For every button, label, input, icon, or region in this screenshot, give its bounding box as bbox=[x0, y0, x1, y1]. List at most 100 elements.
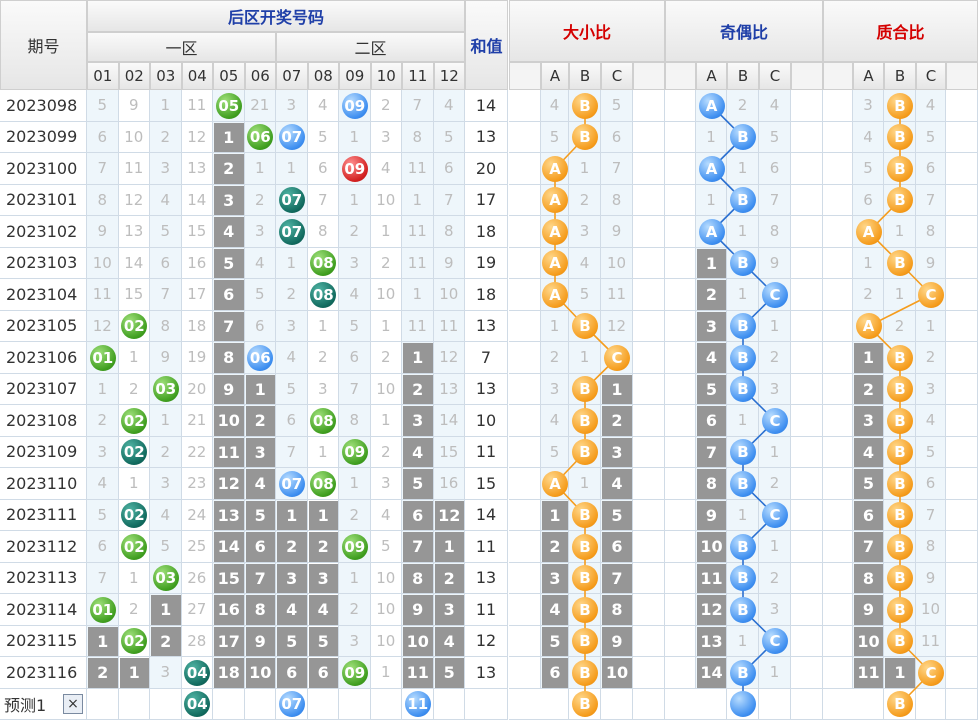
number-cell: 2 bbox=[244, 184, 276, 216]
number-cell: 7 bbox=[433, 184, 465, 216]
repeat-count-cell: 6 bbox=[245, 532, 275, 562]
prime-blank-cell bbox=[946, 531, 978, 563]
issue-cell: 2023108 bbox=[0, 405, 87, 437]
prime-prediction-cell[interactable] bbox=[853, 688, 884, 720]
prime-prediction-cell[interactable] bbox=[916, 688, 946, 720]
prediction-number-cell[interactable] bbox=[307, 688, 339, 720]
prediction-number-cell[interactable] bbox=[370, 688, 402, 720]
number-cell: 5 bbox=[150, 216, 182, 248]
number-cell: 11 bbox=[402, 247, 434, 279]
repeat-count-cell: 3 bbox=[403, 406, 433, 436]
prediction-number-cell[interactable] bbox=[118, 688, 150, 720]
number-cell: 26 bbox=[181, 562, 213, 594]
drawn-number-ball: 09 bbox=[341, 155, 368, 182]
size-hit-ball: A bbox=[542, 281, 568, 308]
drawn-number-ball: 01 bbox=[89, 344, 116, 371]
number-cell: 15 bbox=[433, 436, 465, 468]
parity-blank-cell bbox=[791, 468, 823, 500]
prediction-number-cell[interactable] bbox=[150, 688, 182, 720]
close-prediction-button[interactable]: × bbox=[63, 693, 83, 714]
number-cell: 7 bbox=[150, 279, 182, 311]
size-cell: 5 bbox=[601, 90, 633, 122]
prime-cell: 1 bbox=[916, 310, 946, 342]
prime-blank-cell bbox=[946, 279, 978, 311]
prediction-number-cell[interactable] bbox=[87, 688, 119, 720]
sum-cell: 17 bbox=[465, 184, 508, 216]
sum-cell: 11 bbox=[465, 594, 508, 626]
parity-blank-cell bbox=[665, 499, 696, 531]
repeat-count-cell: 6 bbox=[308, 658, 338, 688]
issue-cell: 2023104 bbox=[0, 279, 87, 311]
number-cell: 14 bbox=[433, 405, 465, 437]
parity-cell: 1 bbox=[696, 121, 727, 153]
size-cell: 8 bbox=[601, 184, 633, 216]
number-cell: 2 bbox=[339, 499, 371, 531]
issue-cell: 2023109 bbox=[0, 436, 87, 468]
number-cell: 1 bbox=[307, 310, 339, 342]
prime-cell: 2 bbox=[916, 342, 946, 374]
number-cell: 27 bbox=[181, 594, 213, 626]
parity-prediction-cell[interactable] bbox=[696, 688, 727, 720]
number-cell: 7 bbox=[402, 90, 434, 122]
repeat-count-cell: 9 bbox=[403, 595, 433, 625]
predicted-number-ball[interactable]: 11 bbox=[404, 691, 431, 718]
drawn-number-ball: 07 bbox=[278, 187, 305, 214]
number-cell: 2 bbox=[118, 594, 150, 626]
prime-hit-ball: B bbox=[887, 533, 913, 560]
parity-prediction-cell[interactable] bbox=[759, 688, 791, 720]
number-cell: 2 bbox=[370, 90, 402, 122]
prime-column-header: B bbox=[884, 62, 916, 90]
prime-cell: 5 bbox=[916, 121, 946, 153]
prime-streak-cell: 11 bbox=[854, 658, 883, 688]
parity-blank-cell bbox=[791, 562, 823, 594]
size-blank-cell bbox=[633, 405, 665, 437]
prime-blank-cell bbox=[823, 121, 853, 153]
prediction-number-cell[interactable] bbox=[433, 688, 465, 720]
number-column-header: 03 bbox=[150, 62, 182, 90]
size-cell: 11 bbox=[601, 279, 633, 311]
parity-streak-cell: 6 bbox=[697, 406, 726, 436]
issue-cell: 2023116 bbox=[0, 657, 87, 689]
prediction-number-cell[interactable] bbox=[213, 688, 245, 720]
size-blank-cell bbox=[633, 625, 665, 657]
number-cell: 4 bbox=[370, 153, 402, 185]
prime-cell: 3 bbox=[853, 90, 884, 122]
prime-blank-cell bbox=[946, 499, 978, 531]
repeat-count-cell: 7 bbox=[403, 532, 433, 562]
size-cell: 2 bbox=[541, 342, 569, 374]
size-prediction-cell[interactable] bbox=[541, 688, 569, 720]
number-cell: 3 bbox=[150, 153, 182, 185]
prediction-sum-cell bbox=[465, 688, 508, 720]
parity-blank-cell bbox=[665, 625, 696, 657]
number-cell: 22 bbox=[181, 436, 213, 468]
repeat-count-cell: 3 bbox=[308, 563, 338, 593]
parity-column-header: B bbox=[727, 62, 759, 90]
size-blank-cell bbox=[509, 531, 541, 563]
repeat-count-cell: 7 bbox=[245, 563, 275, 593]
number-cell: 1 bbox=[276, 247, 308, 279]
size-hit-ball: B bbox=[572, 533, 598, 560]
sum-cell: 10 bbox=[465, 405, 508, 437]
size-prediction-cell[interactable] bbox=[601, 688, 633, 720]
parity-blank-cell bbox=[665, 468, 696, 500]
prime-blank-cell bbox=[946, 247, 978, 279]
parity-cell: 4 bbox=[759, 90, 791, 122]
number-cell: 7 bbox=[87, 562, 119, 594]
parity-cell: 1 bbox=[727, 625, 759, 657]
repeat-count-cell: 5 bbox=[214, 248, 244, 278]
parity-blank-cell bbox=[665, 121, 696, 153]
parity-blank-cell bbox=[665, 594, 696, 626]
number-cell: 6 bbox=[339, 342, 371, 374]
parity-blank-cell bbox=[791, 436, 823, 468]
drawn-number-ball: 09 bbox=[341, 439, 368, 466]
number-cell: 16 bbox=[433, 468, 465, 500]
parity-streak-cell: 12 bbox=[697, 595, 726, 625]
prediction-number-cell[interactable] bbox=[339, 688, 371, 720]
prime-cell: 10 bbox=[916, 594, 946, 626]
prediction-label: 预测1 bbox=[4, 696, 47, 716]
parity-cell: 5 bbox=[759, 121, 791, 153]
predicted-number-ball[interactable]: 07 bbox=[278, 691, 305, 718]
number-cell: 2 bbox=[118, 373, 150, 405]
prime-blank-cell bbox=[823, 657, 853, 689]
prediction-number-cell[interactable] bbox=[244, 688, 276, 720]
